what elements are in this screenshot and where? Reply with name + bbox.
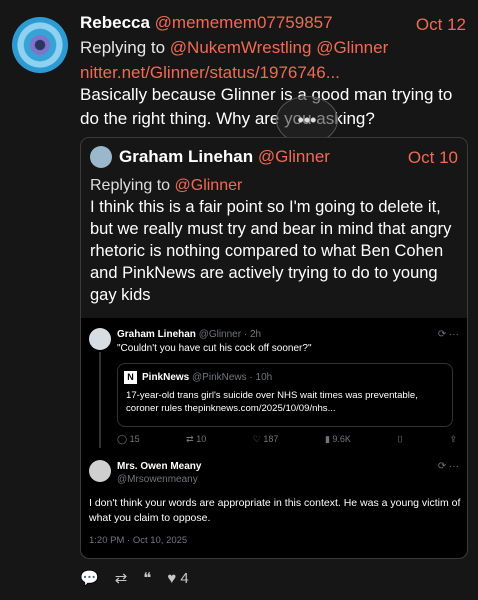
reply-icon[interactable]: 💬 — [80, 569, 99, 587]
screenshot-more-icon: ⟳ ··· — [437, 461, 459, 472]
quote-text: I think this is a fair point so I'm goin… — [90, 198, 452, 304]
screenshot-replies: ◯ 15 — [117, 434, 140, 444]
screenshot-tweet-author: Graham Linehan @Glinner · 2h — [117, 329, 261, 340]
avatar[interactable] — [12, 17, 68, 73]
author-handle[interactable]: @mememem07759857 — [155, 13, 333, 32]
quote-author-name[interactable]: Graham Linehan — [119, 147, 253, 166]
screenshot-card-meta: @PinkNews · 10h — [192, 372, 273, 383]
screenshot-avatar — [89, 460, 111, 482]
screenshot-reply-author-name: Mrs. Owen Meany — [117, 461, 202, 472]
screenshot-replies-count: 15 — [129, 434, 140, 444]
post-action-bar: 💬 ⇄ ❝ ♥ 4 — [80, 569, 189, 588]
retweet-icon[interactable]: ⇄ — [115, 569, 128, 587]
screenshot-author-name: Graham Linehan — [117, 329, 196, 340]
screenshot-card-name: PinkNews — [142, 372, 190, 383]
screenshot-likes: ♡ 187 — [252, 434, 279, 444]
quote-header: Graham Linehan @Glinner — [119, 147, 330, 167]
like-count: 4 — [180, 569, 189, 587]
screenshot-card-author: PinkNews @PinkNews · 10h — [142, 372, 272, 383]
screenshot-reply-author-handle: @Mrsowenmeany — [117, 474, 198, 485]
quote-reply-line: Replying to @Glinner — [90, 177, 242, 195]
post-header: Rebecca @mememem07759857 — [80, 13, 333, 33]
post-text: Basically because Glinner is a good man … — [80, 85, 453, 128]
screenshot-views-count: 9.6K — [332, 434, 351, 444]
quoted-post[interactable]: Graham Linehan @Glinner Oct 10 Replying … — [80, 137, 468, 559]
thread-connector — [99, 352, 101, 448]
screenshot-quoted-card: N PinkNews @PinkNews · 10h 17-year-old t… — [117, 363, 453, 427]
reply-to-link[interactable]: @NukemWrestling — [170, 38, 312, 57]
screenshot-card-text: 17-year-old trans girl's suicide over NH… — [126, 390, 418, 414]
reply-to-link[interactable]: @Glinner — [316, 38, 388, 57]
embedded-screenshot[interactable]: Graham Linehan @Glinner · 2h ⟳ ··· "Coul… — [81, 318, 467, 558]
quote-date[interactable]: Oct 10 — [408, 148, 458, 168]
screenshot-author-meta: @Glinner · 2h — [198, 329, 262, 340]
quote-reply-to-link[interactable]: @Glinner — [175, 177, 243, 194]
reply-line: Replying to @NukemWrestling @Glinner — [80, 38, 388, 58]
screenshot-reply-timestamp: 1:20 PM · Oct 10, 2025 — [89, 535, 188, 546]
author-name[interactable]: Rebecca — [80, 13, 150, 32]
like-button[interactable]: ♥ 4 — [167, 570, 188, 587]
screenshot-avatar — [89, 328, 111, 350]
pinknews-logo-icon: N — [124, 371, 137, 384]
reply-prefix: Replying to — [80, 38, 166, 57]
screenshot-share-icon: ⇪ — [449, 434, 457, 444]
post-date[interactable]: Oct 12 — [416, 15, 466, 35]
screenshot-bookmark-icon: ⌷ — [397, 434, 403, 444]
screenshot-reply-text: I don't think your words are appropriate… — [89, 497, 461, 524]
screenshot-views: ▮ 9.6K — [324, 434, 351, 444]
quote-author-handle[interactable]: @Glinner — [258, 147, 330, 166]
quote-avatar[interactable] — [90, 146, 112, 168]
screenshot-likes-count: 187 — [263, 434, 279, 444]
screenshot-tweet-text: "Couldn't you have cut his cock off soon… — [117, 343, 312, 354]
quote-icon[interactable]: ❝ — [143, 569, 151, 587]
source-link[interactable]: nitter.net/Glinner/status/1976746... — [80, 63, 340, 83]
quote-reply-prefix: Replying to — [90, 177, 171, 194]
screenshot-retweets-count: 10 — [196, 434, 207, 444]
screenshot-more-icon: ⟳ ··· — [437, 329, 459, 340]
screenshot-retweets: ⇄ 10 — [186, 434, 207, 444]
screenshot-action-bar: ◯ 15 ⇄ 10 ♡ 187 ▮ 9.6K ⌷ ⇪ — [117, 434, 457, 445]
